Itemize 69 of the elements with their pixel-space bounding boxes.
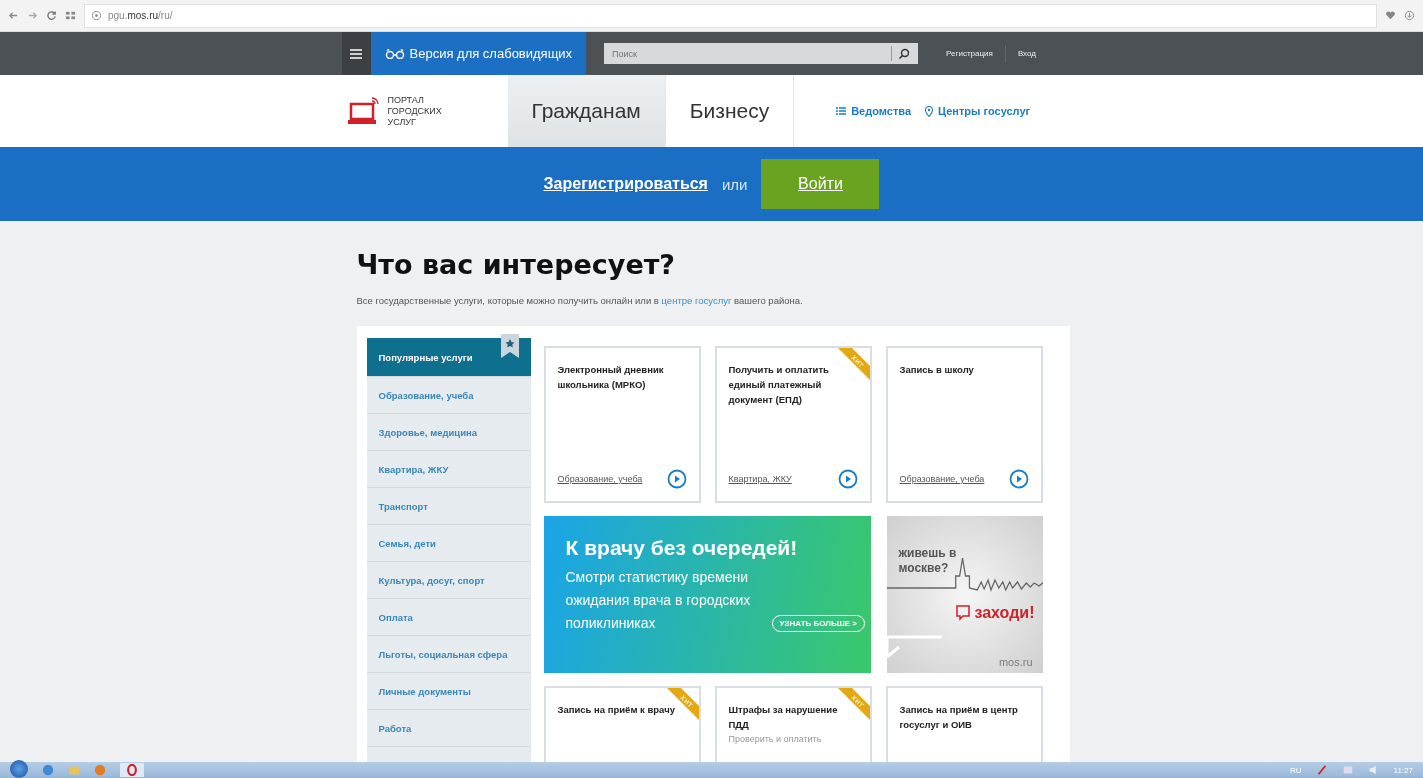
menu-icon xyxy=(350,48,362,59)
category-item[interactable]: Здоровье, медицина xyxy=(366,414,531,451)
login-button[interactable]: Войти xyxy=(761,159,880,209)
service-title: Электронный дневник школьника (МРКО) xyxy=(557,363,665,392)
service-subtitle: Проверить и оплатить xyxy=(728,734,823,744)
glasses-icon xyxy=(384,48,405,59)
category-item[interactable]: Личные документы xyxy=(366,673,531,710)
service-card[interactable]: Электронный дневник школьника (МРКО) Образование, учеба xyxy=(543,346,701,503)
address-bar[interactable]: pgu.mos.ru/ru/ xyxy=(84,3,1377,28)
grid-icon[interactable] xyxy=(65,10,76,21)
category-item[interactable]: Квартира, ЖКУ xyxy=(366,451,531,488)
service-centers-link[interactable]: центре госуслуг xyxy=(661,295,732,306)
url-text: pgu.mos.ru/ru/ xyxy=(108,10,173,21)
category-item[interactable]: Семья, дети xyxy=(366,525,531,562)
opera-icon xyxy=(126,764,138,776)
service-card[interactable]: Запись в школу Образование, учеба xyxy=(885,346,1043,503)
register-link[interactable]: Регистрация xyxy=(946,49,993,58)
bookmark-star-icon xyxy=(500,334,519,358)
back-icon[interactable] xyxy=(8,10,19,21)
menu-button[interactable] xyxy=(341,32,371,75)
banner-call: заходи! xyxy=(974,604,1035,622)
category-item[interactable]: Работа xyxy=(366,710,531,747)
play-circle-icon[interactable] xyxy=(1008,469,1029,489)
taskbar-app-button[interactable] xyxy=(120,763,144,777)
browser-globe-icon[interactable] xyxy=(42,764,54,776)
download-icon[interactable] xyxy=(1404,10,1415,21)
site-info-icon[interactable] xyxy=(91,10,102,21)
register-link[interactable]: Зарегистрироваться xyxy=(543,175,708,193)
category-link[interactable]: Образование, учеба xyxy=(557,474,643,484)
site-label: mos.ru xyxy=(998,656,1033,668)
play-circle-icon[interactable] xyxy=(837,469,858,489)
promo-banner[interactable]: К врачу без очередей! Смотри статистику времени ожидания врача в городских поликлиниках УЗНАТЬ БОЛЬШЕ > xyxy=(543,516,871,673)
page-heading: Что вас интересует? xyxy=(356,249,677,280)
banner-question: живешь в москве? xyxy=(898,546,958,576)
media-icon[interactable] xyxy=(94,764,106,776)
search-field[interactable]: Поиск xyxy=(604,43,919,64)
service-title: Запись в школу xyxy=(899,363,975,377)
pin-icon xyxy=(925,105,934,117)
list-icon xyxy=(836,107,847,115)
play-circle-icon[interactable] xyxy=(666,469,687,489)
intro-text: Все государственные услуги, которые можно получить онлайн или в центре госуслуг вашего района. xyxy=(356,295,804,306)
category-link[interactable]: Образование, учеба xyxy=(899,474,985,484)
reload-icon[interactable] xyxy=(46,10,57,21)
service-title: Запись на приём в центр госуслуг и ОИВ xyxy=(899,703,1019,732)
search-icon[interactable] xyxy=(898,47,911,60)
speech-bubble-icon xyxy=(956,605,971,621)
or-text: или xyxy=(721,175,748,193)
login-link[interactable]: Вход xyxy=(1017,49,1036,58)
service-title: Получить и оплатить единый платежный документ (ЕПД) xyxy=(728,363,830,407)
service-title: Запись на приём к врачу xyxy=(557,703,676,717)
city-banner[interactable]: живешь в москве? заходи! mos.ru xyxy=(886,516,1043,673)
category-item[interactable]: Культура, досуг, спорт xyxy=(366,562,531,599)
start-button[interactable] xyxy=(10,760,28,778)
forward-icon[interactable] xyxy=(27,10,38,21)
accessibility-button[interactable]: Версия для слабовидящих xyxy=(370,32,587,75)
promo-text: Смотри статистику времени ожидания врача в городских поликлиниках xyxy=(565,568,752,633)
category-item[interactable]: Льготы, социальная сфера xyxy=(366,636,531,673)
category-link[interactable]: Квартира, ЖКУ xyxy=(728,474,792,484)
category-item[interactable]: Образование, учеба xyxy=(366,377,531,414)
category-item[interactable]: Оплата xyxy=(366,599,531,636)
category-item[interactable]: Транспорт xyxy=(366,488,531,525)
promo-title: К врачу без очередей! xyxy=(565,536,799,560)
service-title: Штрафы за нарушение ПДД xyxy=(728,703,839,732)
header-link[interactable]: Центры госуслуг xyxy=(925,105,1031,117)
section-tab[interactable]: Гражданам xyxy=(507,75,666,147)
header-link[interactable]: Ведомства xyxy=(836,105,912,117)
heart-icon[interactable] xyxy=(1385,10,1396,21)
laptop-logo-icon[interactable] xyxy=(347,96,380,126)
service-card[interactable]: Получить и оплатить единый платежный документ (ЕПД) хит Квартира, ЖКУ xyxy=(714,346,872,503)
